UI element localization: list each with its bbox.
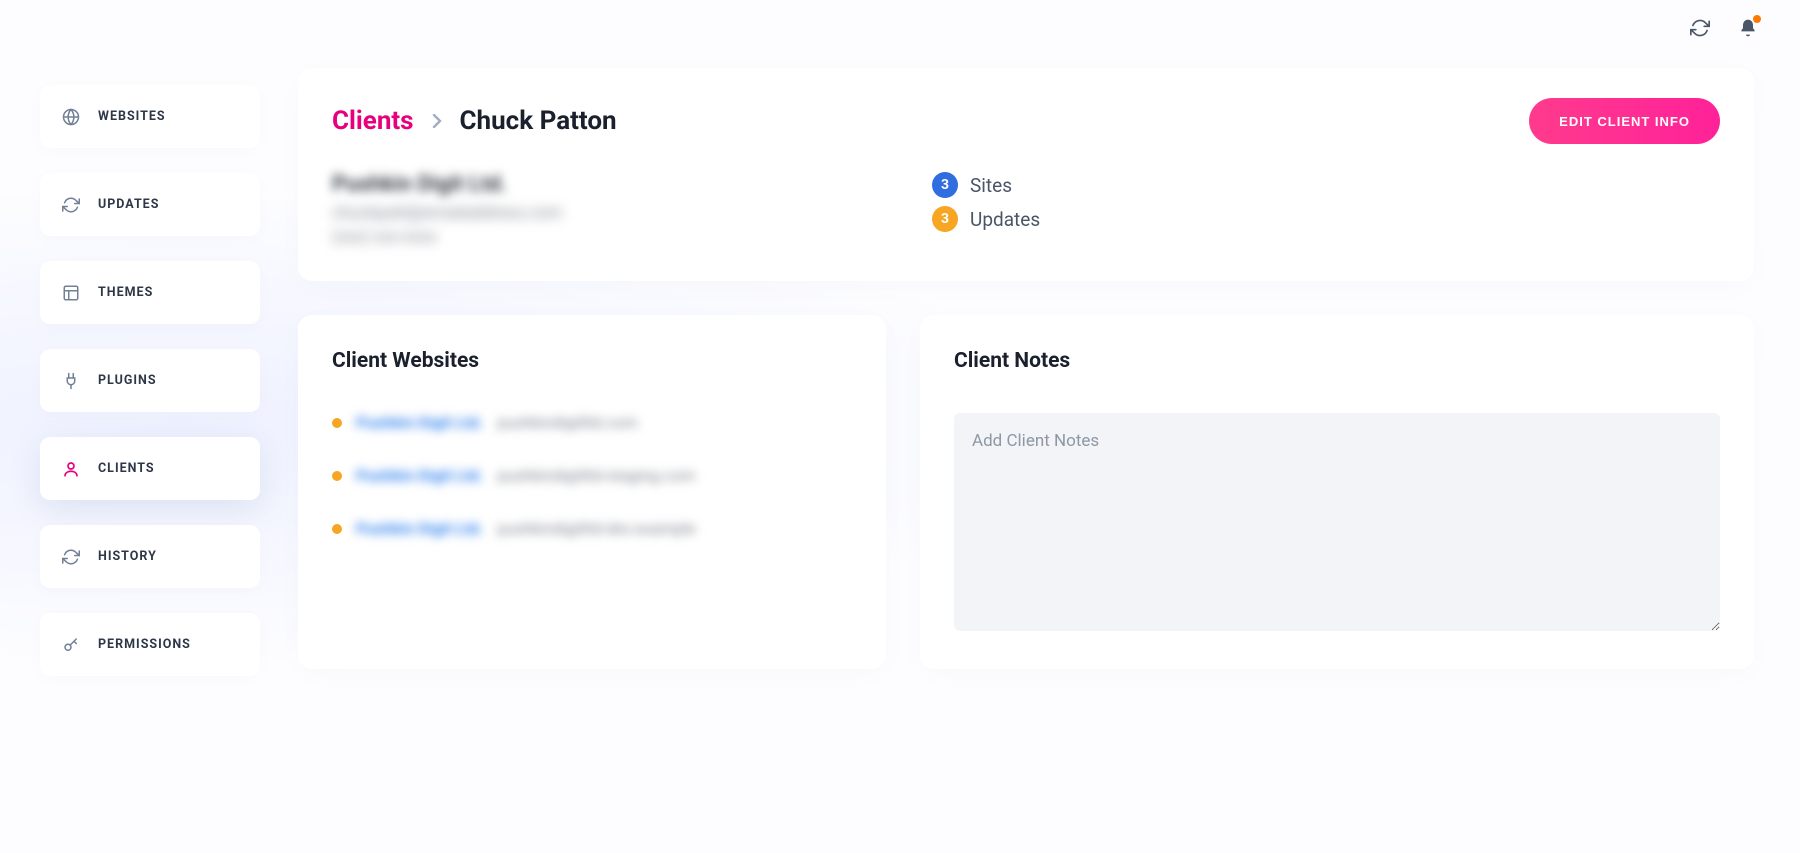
sidebar-item-label: UPDATES (98, 197, 159, 212)
status-dot-icon (332, 418, 342, 428)
website-url: pushkindigitltd-staging.com (497, 466, 695, 485)
client-notes-title: Client Notes (954, 349, 1720, 373)
sidebar-item-label: PERMISSIONS (98, 637, 191, 652)
breadcrumb: Clients Chuck Patton (332, 106, 617, 136)
website-item[interactable]: Pushkin Digit Ltd. pushkindigitltd-dev.e… (332, 519, 852, 538)
client-email: chuckpatt@emailaddress.com (332, 203, 892, 223)
sidebar-item-label: THEMES (98, 285, 153, 300)
globe-icon (62, 108, 80, 126)
edit-client-info-button[interactable]: EDIT CLIENT INFO (1529, 98, 1720, 144)
client-notes-card: Client Notes (920, 315, 1754, 669)
client-notes-textarea[interactable] (954, 413, 1720, 631)
sidebar-item-permissions[interactable]: PERMISSIONS (40, 613, 260, 676)
website-item[interactable]: Pushkin Digit Ltd. pushkindigitltd.com (332, 413, 852, 432)
client-phone: (xxx) xxx-xxxx (332, 227, 892, 247)
topbar (0, 0, 1800, 55)
sidebar-item-label: PLUGINS (98, 373, 157, 388)
client-stats: 3 Sites 3 Updates (932, 172, 1040, 247)
user-icon (62, 460, 80, 478)
sites-count-badge: 3 (932, 172, 958, 198)
website-url: pushkindigitltd-dev.example (497, 519, 695, 538)
updates-count-badge: 3 (932, 206, 958, 232)
updates-label: Updates (970, 208, 1040, 231)
notification-dot (1753, 15, 1761, 23)
website-item[interactable]: Pushkin Digit Ltd. pushkindigitltd-stagi… (332, 466, 852, 485)
sidebar-item-themes[interactable]: THEMES (40, 261, 260, 324)
sidebar-item-label: WEBSITES (98, 109, 166, 124)
website-name: Pushkin Digit Ltd. (356, 413, 483, 432)
status-dot-icon (332, 524, 342, 534)
sidebar-item-updates[interactable]: UPDATES (40, 173, 260, 236)
bell-icon[interactable] (1738, 18, 1758, 38)
sidebar-item-websites[interactable]: WEBSITES (40, 85, 260, 148)
sidebar: WEBSITES UPDATES THEMES PLUGINS CLIENTS … (40, 85, 260, 676)
plug-icon (62, 372, 80, 390)
key-icon (62, 636, 80, 654)
refresh-icon (62, 196, 80, 214)
sidebar-item-clients[interactable]: CLIENTS (40, 437, 260, 500)
client-websites-card: Client Websites Pushkin Digit Ltd. pushk… (298, 315, 886, 669)
website-name: Pushkin Digit Ltd. (356, 466, 483, 485)
chevron-right-icon (432, 114, 442, 128)
website-url: pushkindigitltd.com (497, 413, 638, 432)
website-name: Pushkin Digit Ltd. (356, 519, 483, 538)
sidebar-item-label: CLIENTS (98, 461, 155, 476)
stat-sites: 3 Sites (932, 172, 1040, 198)
sidebar-item-plugins[interactable]: PLUGINS (40, 349, 260, 412)
refresh-icon (62, 548, 80, 566)
breadcrumb-clients-link[interactable]: Clients (332, 106, 414, 136)
refresh-icon[interactable] (1690, 18, 1710, 38)
client-websites-title: Client Websites (332, 349, 852, 373)
main: Clients Chuck Patton EDIT CLIENT INFO Pu… (298, 68, 1754, 669)
layout-icon (62, 284, 80, 302)
breadcrumb-current: Chuck Patton (460, 106, 617, 136)
stat-updates: 3 Updates (932, 206, 1040, 232)
client-header-card: Clients Chuck Patton EDIT CLIENT INFO Pu… (298, 68, 1754, 281)
status-dot-icon (332, 471, 342, 481)
client-company-name: Pushkin Digit Ltd. (332, 172, 892, 197)
sites-label: Sites (970, 174, 1012, 197)
sidebar-item-label: HISTORY (98, 549, 157, 564)
client-contact-block: Pushkin Digit Ltd. chuckpatt@emailaddres… (332, 172, 892, 247)
sidebar-item-history[interactable]: HISTORY (40, 525, 260, 588)
